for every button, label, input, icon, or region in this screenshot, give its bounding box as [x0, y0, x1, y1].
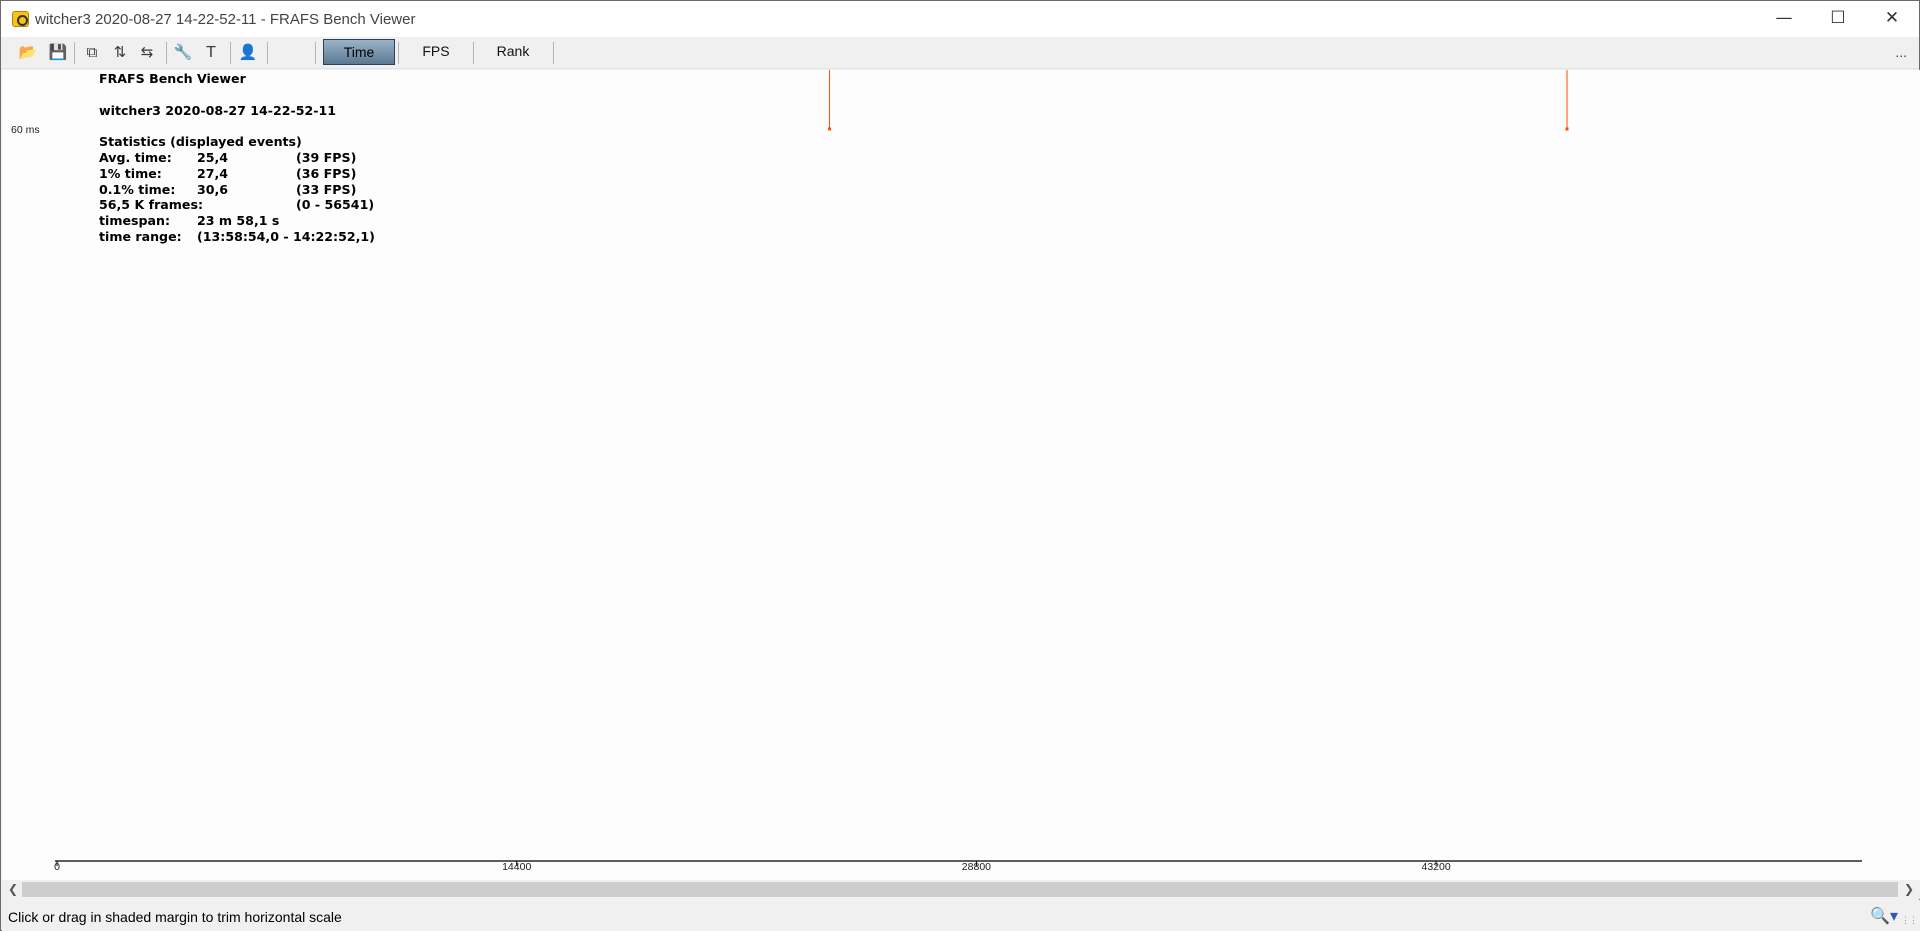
toolbar-separator [553, 42, 554, 64]
toolbar-separator [398, 42, 399, 64]
stats-label: 0.1% time: [99, 181, 176, 197]
text-icon[interactable]: T [200, 41, 222, 63]
x-tick-label: 28800 [962, 861, 991, 873]
stats-label: timespan: [99, 213, 171, 229]
stats-extra: (33 FPS) [296, 181, 357, 197]
stats-row-avg: Avg. time: 25,4 (39 FPS) [99, 149, 356, 166]
x-tick-label: 14400 [502, 861, 531, 873]
vertical-fit-icon[interactable]: ⇅ [109, 41, 131, 63]
scrollbar-thumb[interactable] [22, 882, 1898, 897]
tab-fps[interactable]: FPS [404, 39, 468, 65]
horizontal-fit-icon[interactable]: ⇆ [136, 41, 158, 63]
scroll-right-arrow-icon[interactable]: ❯ [1900, 880, 1918, 899]
stats-extra: (36 FPS) [296, 165, 357, 181]
stats-label: 1% time: [99, 165, 162, 181]
stats-heading: Statistics (displayed events) [99, 134, 302, 150]
stats-label: Avg. time: [99, 149, 172, 165]
window-title: witcher3 2020-08-27 14-22-52-11 - FRAFS … [35, 11, 416, 28]
toolbar-separator [473, 42, 474, 64]
user-icon[interactable]: 👤 [237, 41, 259, 63]
tab-time[interactable]: Time [323, 39, 395, 65]
toolbar-separator [315, 42, 316, 64]
toolbar-separator [267, 42, 268, 64]
stats-row-frames: 56,5 K frames: (0 - 56541) [99, 197, 374, 213]
toolbar-overflow-button[interactable]: ... [1895, 44, 1907, 60]
stats-label: 56,5 K frames: [99, 197, 203, 213]
x-tick-label: 43200 [1422, 861, 1451, 873]
stats-label: time range: [99, 228, 182, 244]
status-bar: Click or drag in shaded margin to trim h… [2, 900, 1920, 931]
stats-value: (13:58:54,0 - 14:22:52,1) [197, 228, 375, 244]
stats-value: 23 m 58,1 s [197, 213, 280, 229]
frame-time-spike-point [828, 127, 832, 131]
title-bar: witcher3 2020-08-27 14-22-52-11 - FRAFS … [1, 1, 1919, 37]
stats-value: 27,4 [197, 165, 229, 181]
tab-rank[interactable]: Rank [477, 39, 549, 65]
stats-value: 25,4 [197, 149, 229, 165]
stats-row-timespan: timespan: 23 m 58,1 s [99, 213, 336, 229]
x-tick-label: 0 [54, 861, 60, 873]
stats-extra: (0 - 56541) [296, 197, 375, 213]
minimize-button[interactable]: — [1757, 1, 1811, 37]
toolbar-separator [74, 42, 75, 64]
stats-app-name: FRAFS Bench Viewer [99, 71, 246, 86]
stats-value: 30,6 [197, 181, 229, 197]
open-folder-icon[interactable]: 📂 [17, 41, 39, 63]
toolbar: 📂 💾 ⧉ ⇅ ⇆ 🔧 T 👤 Time FPS Rank ... [1, 37, 1919, 69]
save-icon[interactable]: 💾 [47, 41, 69, 63]
stats-row-01pct: 0.1% time: 30,6 (33 FPS) [99, 181, 356, 198]
resize-grip-icon[interactable]: ⋮⋮ [1901, 915, 1918, 926]
toolbar-separator [230, 42, 231, 64]
scroll-left-arrow-icon[interactable]: ❮ [4, 880, 22, 899]
stats-run-name: witcher3 2020-08-27 14-22-52-11 [99, 102, 337, 118]
y-tick-label: 60 ms [11, 124, 40, 136]
statistics-panel: FRAFS Bench Viewer witcher3 2020-08-27 1… [99, 71, 375, 245]
stats-row-1pct: 1% time: 27,4 (36 FPS) [99, 165, 356, 182]
toolbar-separator [166, 42, 167, 64]
copy-icon[interactable]: ⧉ [81, 41, 103, 63]
stats-extra: (39 FPS) [296, 149, 357, 165]
stats-row-time-range: time range: (13:58:54,0 - 14:22:52,1) [99, 228, 375, 245]
settings-wrench-icon[interactable]: 🔧 [172, 41, 194, 63]
app-logo-icon [12, 11, 29, 27]
close-button[interactable]: ✕ [1865, 1, 1919, 37]
app-window: witcher3 2020-08-27 14-22-52-11 - FRAFS … [0, 0, 1920, 931]
horizontal-scrollbar[interactable]: ❮ ❯ [2, 880, 1920, 899]
status-text: Click or drag in shaded margin to trim h… [8, 909, 342, 925]
frame-time-spike-point [1565, 127, 1569, 131]
zoom-magnifier-icon[interactable]: 🔍▾ [1870, 906, 1898, 925]
maximize-button[interactable]: ☐ [1811, 1, 1865, 37]
